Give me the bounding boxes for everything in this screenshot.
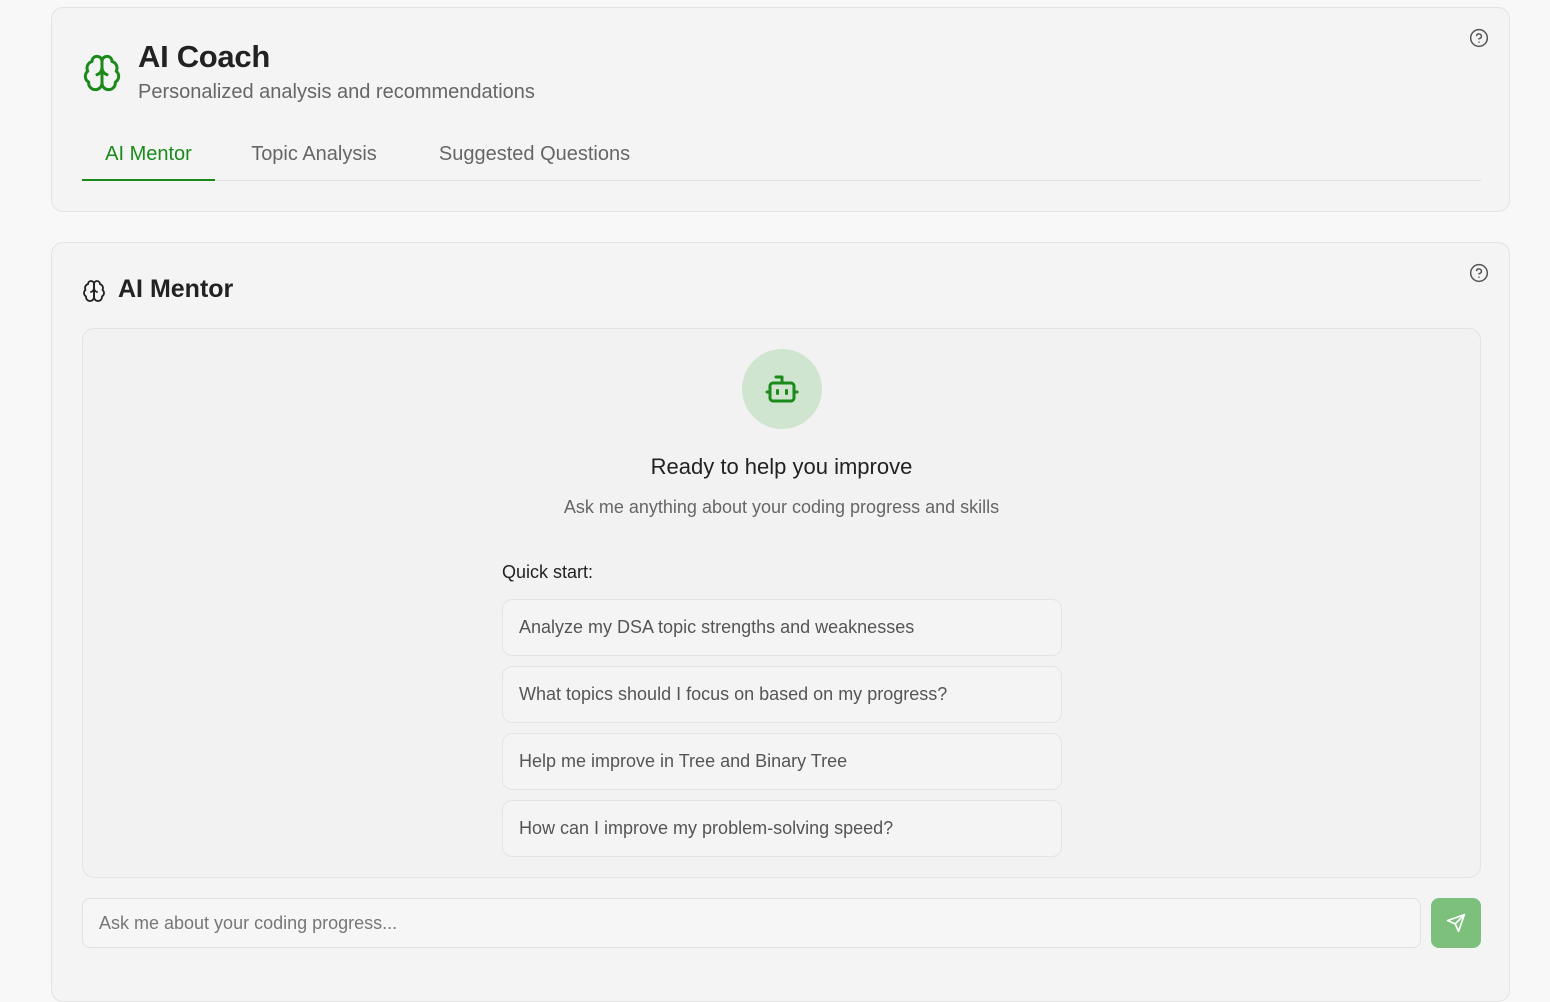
- tab-topic-analysis[interactable]: Topic Analysis: [245, 136, 383, 180]
- bot-avatar: [742, 349, 822, 429]
- ai-coach-header-card: AI Coach Personalized analysis and recom…: [51, 7, 1510, 212]
- help-circle-icon[interactable]: [1469, 263, 1489, 283]
- empty-state-title: Ready to help you improve: [650, 454, 913, 479]
- bot-icon: [765, 375, 799, 403]
- page-subtitle: Personalized analysis and recommendation…: [138, 81, 535, 103]
- section-title: AI Mentor: [118, 275, 234, 303]
- tab-ai-mentor[interactable]: AI Mentor: [82, 136, 215, 181]
- send-button[interactable]: [1431, 898, 1481, 948]
- send-icon: [1446, 913, 1466, 933]
- chat-messages-area: Ready to help you improve Ask me anythin…: [82, 328, 1481, 878]
- quick-start-suggestion[interactable]: What topics should I focus on based on m…: [502, 666, 1062, 723]
- brain-icon: [83, 280, 105, 302]
- tab-bar: AI Mentor Topic Analysis Suggested Quest…: [82, 136, 1481, 181]
- chat-input[interactable]: [82, 898, 1421, 948]
- quick-start-suggestion[interactable]: How can I improve my problem-solving spe…: [502, 800, 1062, 857]
- quick-start-suggestion[interactable]: Analyze my DSA topic strengths and weakn…: [502, 599, 1062, 656]
- brain-icon: [83, 54, 121, 92]
- tab-suggested-questions[interactable]: Suggested Questions: [432, 136, 637, 180]
- help-circle-icon[interactable]: [1469, 28, 1489, 48]
- quick-start-label: Quick start:: [502, 562, 594, 582]
- quick-start-suggestion[interactable]: Help me improve in Tree and Binary Tree: [502, 733, 1062, 790]
- empty-state-subtitle: Ask me anything about your coding progre…: [563, 497, 1000, 517]
- page-title: AI Coach: [138, 39, 270, 74]
- ai-mentor-card: AI Mentor Ready to help you improve Ask …: [51, 242, 1510, 1002]
